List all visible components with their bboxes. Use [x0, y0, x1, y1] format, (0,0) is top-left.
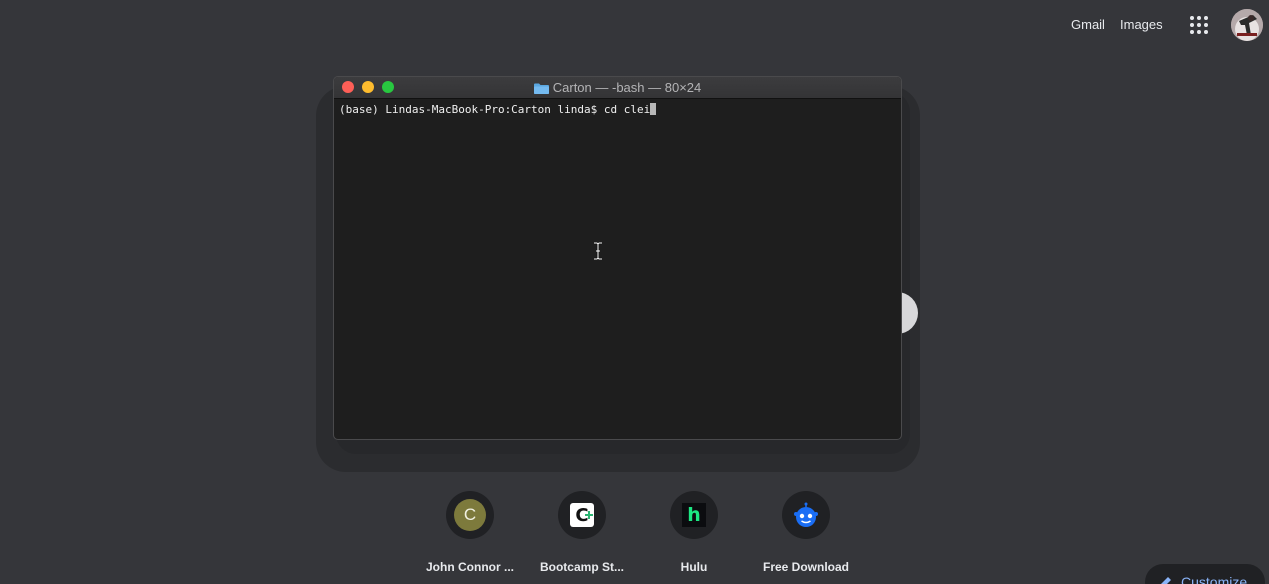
terminal-prompt-line: (base) Lindas-MacBook-Pro:Carton linda$ …	[339, 103, 651, 116]
minimize-window-button[interactable]	[362, 81, 374, 93]
shortcut-john-connor[interactable]: C John Connor ...	[414, 491, 526, 574]
text-cursor	[650, 103, 657, 115]
ibeam-cursor-icon	[594, 242, 602, 260]
pencil-icon	[1161, 577, 1171, 584]
reddit-robot-icon	[794, 502, 818, 527]
google-apps-icon[interactable]	[1187, 14, 1211, 38]
shortcut-label: Hulu	[680, 560, 708, 574]
shortcut-icon-tile: h	[670, 491, 718, 539]
bootcamp-logo-icon: C	[570, 503, 594, 527]
terminal-title-text: Carton — -bash — 80×24	[552, 80, 702, 95]
shortcut-free-download[interactable]: Free Download	[750, 491, 862, 574]
terminal-titlebar[interactable]: Carton — -bash — 80×24	[334, 77, 901, 99]
gmail-link[interactable]: Gmail	[1071, 17, 1105, 32]
account-avatar[interactable]	[1231, 9, 1263, 41]
terminal-title: Carton — -bash — 80×24	[533, 80, 702, 95]
folder-icon	[533, 82, 549, 94]
shortcut-icon-tile: C	[558, 491, 606, 539]
shortcut-icon-tile	[782, 491, 830, 539]
shortcut-label: John Connor ...	[426, 560, 514, 574]
terminal-output[interactable]: (base) Lindas-MacBook-Pro:Carton linda$ …	[334, 99, 901, 121]
zoom-window-button[interactable]	[382, 81, 394, 93]
hulu-logo-icon: h	[682, 503, 706, 527]
window-controls	[342, 81, 394, 93]
images-link[interactable]: Images	[1120, 17, 1163, 32]
shortcut-hulu[interactable]: h Hulu	[638, 491, 750, 574]
terminal-window[interactable]: Carton — -bash — 80×24 (base) Lindas-Mac…	[333, 76, 902, 440]
shortcut-label: Bootcamp St...	[539, 560, 624, 574]
shortcut-icon-tile: C	[446, 491, 494, 539]
new-tab-page: Gmail Images Carton — -bash — 80×24 (bas…	[0, 0, 1269, 584]
letter-c-icon: C	[454, 499, 486, 531]
shortcut-bootcamp[interactable]: C Bootcamp St...	[526, 491, 638, 574]
customize-button[interactable]: Customize	[1145, 564, 1265, 584]
close-window-button[interactable]	[342, 81, 354, 93]
customize-label: Customize	[1181, 574, 1248, 584]
shortcut-label: Free Download	[762, 560, 849, 574]
